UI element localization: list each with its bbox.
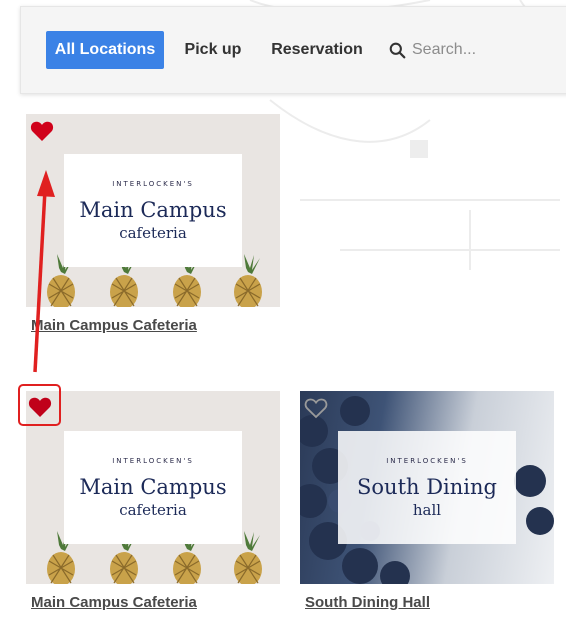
caption-top-line: INTERLOCKEN'S (112, 456, 194, 465)
location-image[interactable]: INTERLOCKEN'S Main Campus cafeteria (26, 114, 280, 307)
heart-filled-icon (30, 121, 54, 141)
caption-top-line: INTERLOCKEN'S (112, 179, 194, 188)
caption-headline: Main Campus (79, 197, 227, 222)
favorite-toggle[interactable] (30, 120, 54, 142)
search-input[interactable]: Search... (389, 31, 566, 69)
location-name-link[interactable]: South Dining Hall (305, 594, 430, 611)
caption-subline: cafeteria (119, 223, 187, 242)
annotation-highlight-box (18, 384, 61, 426)
location-name-link[interactable]: Main Campus Cafeteria (31, 594, 197, 611)
search-icon (389, 42, 406, 58)
location-card: INTERLOCKEN'S South Dining hall South Di… (300, 391, 554, 621)
image-caption-box: INTERLOCKEN'S South Dining hall (338, 431, 516, 544)
caption-headline: Main Campus (79, 474, 227, 499)
location-image[interactable]: INTERLOCKEN'S Main Campus cafeteria (26, 391, 280, 584)
location-image[interactable]: INTERLOCKEN'S South Dining hall (300, 391, 554, 584)
location-name-link[interactable]: Main Campus Cafeteria (31, 317, 197, 334)
caption-headline: South Dining (357, 474, 497, 499)
tab-reservation[interactable]: Reservation (267, 31, 367, 69)
tab-all-locations[interactable]: All Locations (46, 31, 164, 69)
caption-top-line: INTERLOCKEN'S (386, 456, 468, 465)
image-caption-box: INTERLOCKEN'S Main Campus cafeteria (64, 154, 242, 267)
tab-pick-up[interactable]: Pick up (178, 31, 248, 69)
favorite-toggle[interactable] (304, 397, 328, 419)
location-card: INTERLOCKEN'S Main Campus cafeteria Main… (26, 391, 280, 621)
location-filter-bar: All Locations Pick up Reservation Search… (20, 6, 566, 94)
caption-subline: hall (412, 500, 442, 519)
location-card: INTERLOCKEN'S Main Campus cafeteria Main… (26, 114, 280, 344)
heart-outline-icon (304, 398, 328, 419)
image-caption-box: INTERLOCKEN'S Main Campus cafeteria (64, 431, 242, 544)
search-placeholder: Search... (412, 41, 477, 58)
caption-subline: cafeteria (119, 500, 187, 519)
